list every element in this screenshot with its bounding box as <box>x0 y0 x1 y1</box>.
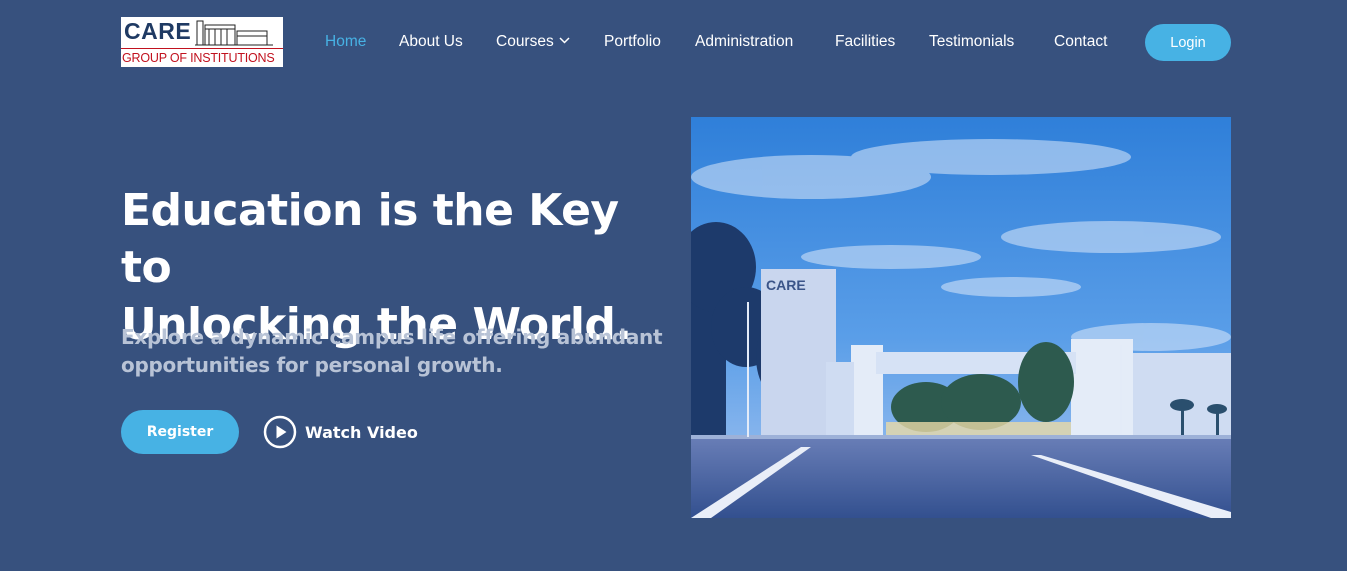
hero-subtext-line-1: Explore a dynamic campus life offering a… <box>121 325 663 349</box>
gate-sign-text: CARE <box>766 277 806 293</box>
nav-testimonials[interactable]: Testimonials <box>929 31 1014 53</box>
watch-video-label: Watch Video <box>305 422 418 442</box>
play-circle-icon <box>263 415 297 449</box>
logo-building-icon <box>195 20 273 46</box>
site-logo[interactable]: CARE GROUP OF INSTITUTIONS <box>121 17 283 67</box>
logo-brand-text: CARE <box>124 18 192 44</box>
login-button[interactable]: Login <box>1145 24 1231 61</box>
hero-headline-line-1: Education is the Key to <box>121 185 619 293</box>
register-button[interactable]: Register <box>121 410 239 454</box>
nav-portfolio[interactable]: Portfolio <box>604 31 661 53</box>
nav-courses-label: Courses <box>496 33 554 50</box>
chevron-down-icon <box>559 37 570 44</box>
logo-divider <box>121 48 283 49</box>
nav-administration[interactable]: Administration <box>695 31 793 53</box>
hero-subtext-line-2: opportunities for personal growth. <box>121 353 503 377</box>
campus-gate-image: CARE <box>691 117 1231 518</box>
nav-facilities[interactable]: Facilities <box>835 31 895 53</box>
watch-video-link[interactable]: Watch Video <box>263 415 418 449</box>
logo-subtitle: GROUP OF INSTITUTIONS <box>122 51 275 65</box>
nav-contact[interactable]: Contact <box>1054 31 1107 53</box>
nav-home[interactable]: Home <box>325 31 366 53</box>
hero-subtext: Explore a dynamic campus life offering a… <box>121 323 681 379</box>
nav-about-us[interactable]: About Us <box>399 31 463 53</box>
nav-courses[interactable]: Courses <box>496 31 570 53</box>
